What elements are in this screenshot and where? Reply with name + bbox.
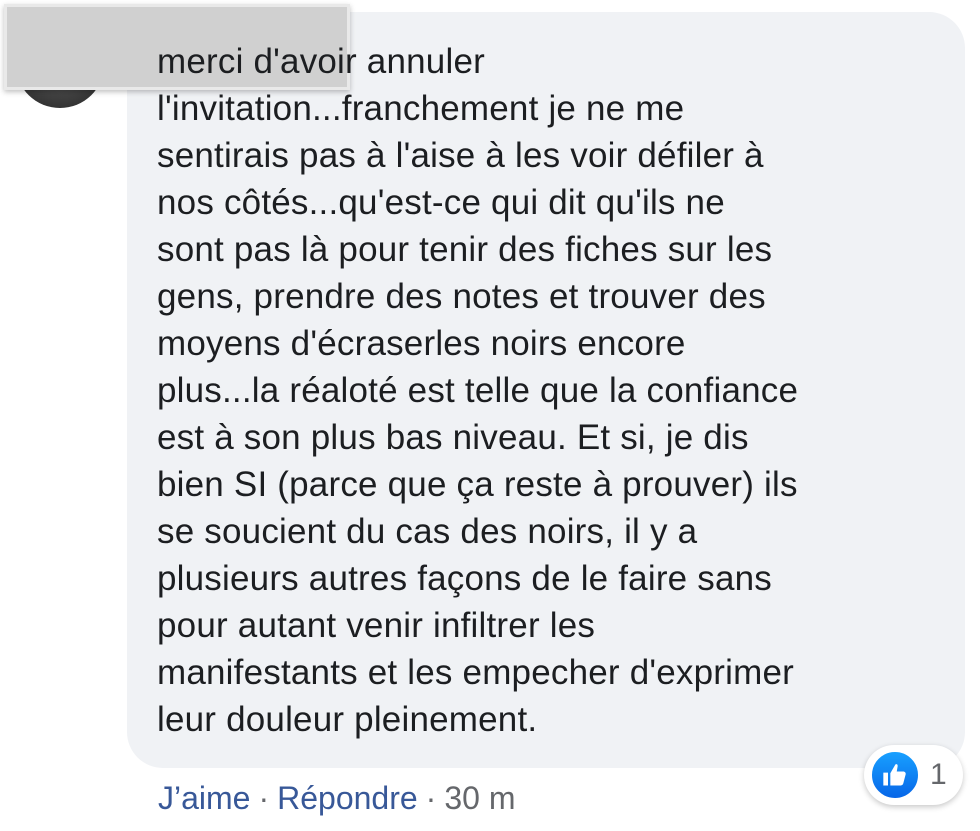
comment-text: merci d'avoir annuler l'invitation...fra…: [157, 42, 799, 739]
reply-link[interactable]: Répondre: [277, 780, 418, 816]
reaction-count: 1: [930, 758, 947, 791]
separator: ·: [258, 780, 270, 816]
comment-screen: merci d'avoir annuler l'invitation...fra…: [0, 0, 980, 831]
thumbs-up-icon: [870, 750, 920, 800]
like-link[interactable]: J’aime: [158, 780, 250, 816]
separator: ·: [425, 780, 437, 816]
timestamp[interactable]: 30 m: [444, 780, 515, 816]
comment-actions: J’aime · Répondre · 30 m: [158, 778, 515, 818]
reaction-summary[interactable]: 1: [864, 745, 963, 805]
